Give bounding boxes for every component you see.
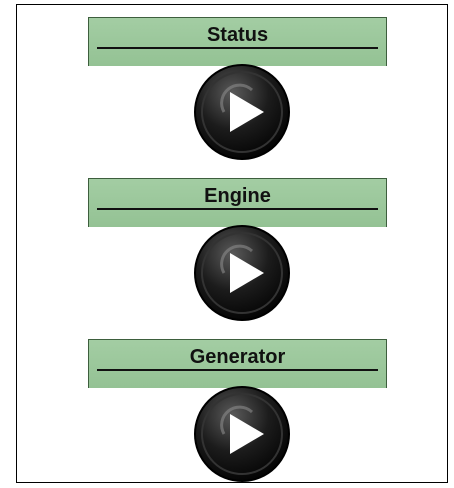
label-underline [97,47,378,49]
engine-label-bar: Engine [88,178,387,227]
generator-label: Generator [189,346,286,368]
status-label-bar: Status [88,17,387,66]
label-underline [97,369,378,371]
play-icon [194,64,290,160]
label-underline [97,208,378,210]
status-label: Status [206,24,269,46]
engine-label: Engine [204,185,271,207]
main-panel: Status Engine Generator [16,4,448,483]
generator-label-bar: Generator [88,339,387,388]
generator-play-button[interactable] [192,384,292,484]
status-play-button[interactable] [192,62,292,162]
play-icon [194,225,290,321]
play-icon [194,386,290,482]
engine-play-button[interactable] [192,223,292,323]
